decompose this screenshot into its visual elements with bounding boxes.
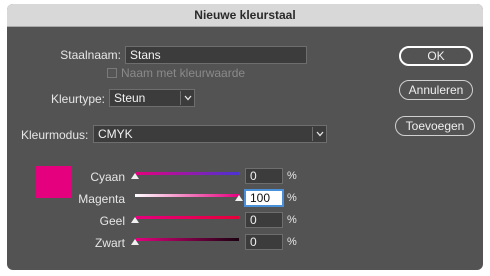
black-slider-thumb[interactable] [131,239,139,245]
black-value-input[interactable]: 0 [245,234,283,250]
cancel-button[interactable]: Annuleren [399,80,473,100]
swatch-name-label: Staalnaam: [60,48,121,62]
yellow-label: Geel [99,214,125,228]
magenta-slider[interactable] [135,191,243,201]
magenta-percent-unit: % [287,192,297,204]
black-label: Zwart [95,236,125,250]
name-with-value-label: Naam met kleurwaarde [121,66,246,80]
magenta-slider-thumb[interactable] [235,195,243,201]
cyan-slider[interactable] [131,169,239,179]
color-mode-value: CMYK [98,127,133,141]
color-type-select[interactable]: Steun [109,89,195,107]
ok-button[interactable]: OK [399,46,473,66]
name-with-value-checkbox[interactable] [107,68,117,78]
title-bar: Nieuwe kleurstaal [7,4,483,27]
black-percent-unit: % [287,236,297,248]
color-type-label: Kleurtype: [50,92,105,106]
color-swatch-preview [35,166,71,198]
yellow-percent-unit: % [287,214,297,226]
magenta-slider-track [135,194,239,197]
swatch-name-input[interactable]: Stans [125,46,307,64]
black-slider[interactable] [131,235,239,245]
magenta-label: Magenta [78,192,125,206]
magenta-value-input[interactable]: 100 [245,190,283,206]
cyan-label: Cyaan [90,170,125,184]
cyan-slider-track [135,172,239,175]
new-swatch-dialog: Nieuwe kleurstaal Staalnaam: Stans Naam … [7,4,483,270]
yellow-slider-thumb[interactable] [131,217,139,223]
color-mode-select[interactable]: CMYK [93,125,327,143]
cyan-percent-unit: % [287,170,297,182]
chevron-down-icon [312,127,326,141]
color-type-value: Steun [114,91,146,105]
cyan-value-input[interactable]: 0 [245,168,283,184]
chevron-down-icon [180,91,194,105]
dialog-title: Nieuwe kleurstaal [194,8,296,22]
yellow-slider-track [135,216,239,219]
black-slider-track [135,238,239,241]
yellow-slider[interactable] [131,213,239,223]
add-button[interactable]: Toevoegen [395,116,475,136]
color-mode-label: Kleurmodus: [21,128,89,142]
cyan-slider-thumb[interactable] [131,173,139,179]
yellow-value-input[interactable]: 0 [245,212,283,228]
